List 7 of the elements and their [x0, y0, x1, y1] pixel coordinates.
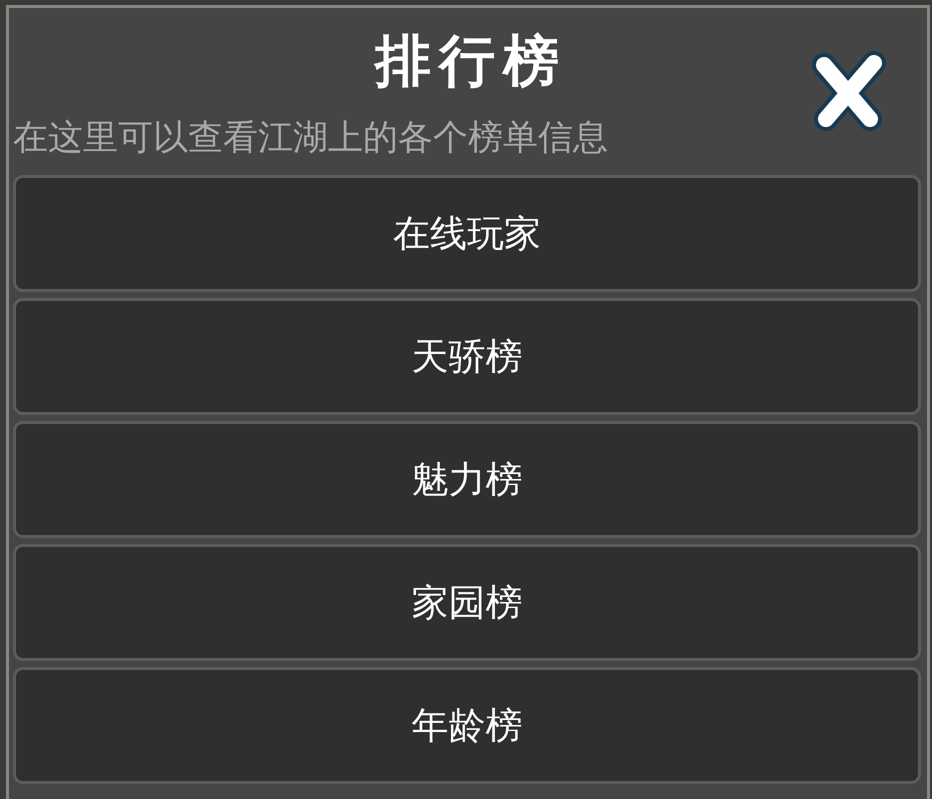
leaderboard-button[interactable]: 魅力榜 [13, 421, 921, 538]
leaderboard-button[interactable]: 家园榜 [13, 544, 921, 661]
leaderboard-button[interactable]: 在线玩家 [13, 175, 921, 292]
dialog-title: 排行榜 [372, 30, 567, 92]
leaderboard-button[interactable]: 天骄榜 [13, 298, 921, 415]
leaderboard-button[interactable]: 年龄榜 [13, 667, 921, 784]
dialog-description: 在这里可以查看江湖上的各个榜单信息 [13, 118, 608, 158]
